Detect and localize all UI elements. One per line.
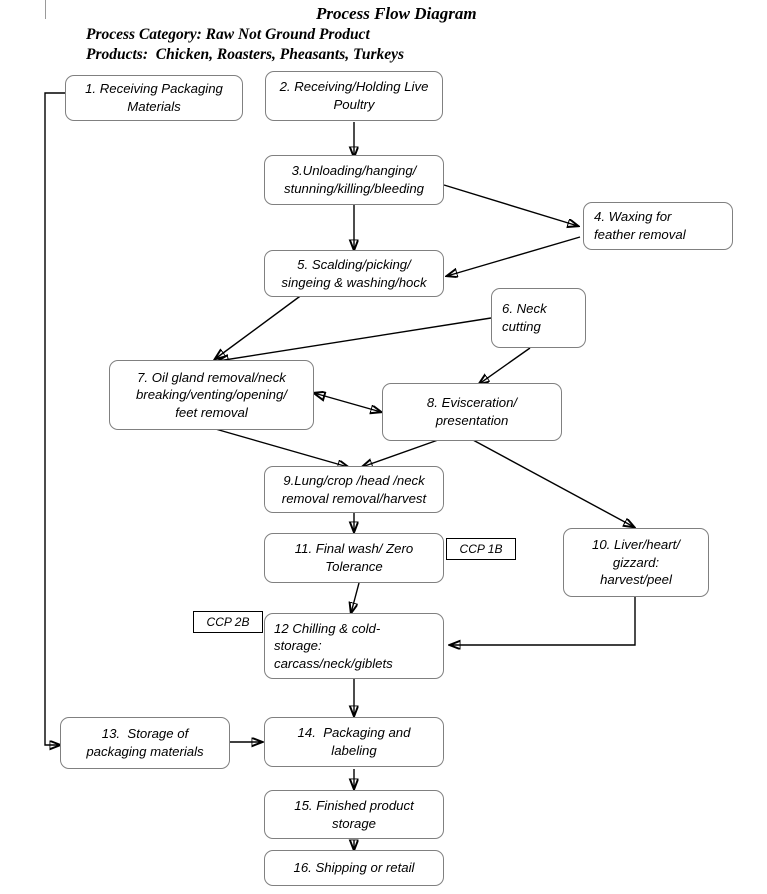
node-2-line-1: 2. Receiving/Holding Live (279, 79, 429, 95)
edge-5-to-7 (215, 293, 304, 359)
node-6-line-1: 6. Neck (502, 301, 547, 317)
node-12-chilling-cold-storage-carcass-neck-giblets[interactable]: 12 Chilling & cold- storage: carcass/nec… (264, 613, 444, 679)
edge-8-to-9 (362, 439, 439, 467)
node-13-storage-of-packaging-materials[interactable]: 13. Storage of packaging materials (60, 717, 230, 769)
edge-6-to-8 (479, 347, 531, 384)
edge-11-to-12 (351, 582, 360, 613)
node-3-unloading-hanging-stunning-killing-bleeding[interactable]: 3.Unloading/hanging/ stunning/killing/bl… (264, 155, 444, 205)
node-12-line-2: storage: (274, 638, 322, 654)
node-9-lung-crop-head-neck-removal-harvest[interactable]: 9.Lung/crop /head /neck removal removal/… (264, 466, 444, 513)
node-6-line-2: cutting (502, 319, 541, 334)
node-8-evisceration-presentation[interactable]: 8. Evisceration/ presentation (382, 383, 562, 441)
node-12-line-1: 12 Chilling & cold- (274, 620, 381, 636)
node-16-line-1: 16. Shipping or retail (293, 860, 415, 876)
page-title: Process Flow Diagram (316, 4, 477, 23)
node-5-line-2: singeing & washing/hock (281, 274, 427, 290)
node-3-line-2: stunning/killing/bleeding (283, 181, 425, 196)
node-13-line-1: 13. Storage of (101, 726, 189, 742)
node-13-line-2: packaging materials (86, 744, 204, 759)
edge-6-to-7 (218, 317, 492, 361)
node-7-line-2: breaking/venting/opening/ (135, 387, 288, 403)
node-14-packaging-and-labeling[interactable]: 14. Packaging and labeling (264, 717, 444, 767)
node-15-finished-product-storage[interactable]: 15. Finished product storage (264, 790, 444, 839)
node-7-oil-gland-removal-neck-breaking-venting-opening-feet-removal[interactable]: 7. Oil gland removal/neck breaking/venti… (109, 360, 314, 430)
edge-7-to-9 (211, 427, 348, 467)
node-2-line-2: Poultry (333, 97, 375, 112)
node-11-final-wash-zero-tolerance[interactable]: 11. Final wash/ Zero Tolerance (264, 533, 444, 583)
edge-7-to-8 (314, 393, 381, 412)
node-5-scalding-picking-singeing-washing-hock[interactable]: 5. Scalding/picking/ singeing & washing/… (264, 250, 444, 297)
node-14-line-1: 14. Packaging and (297, 725, 411, 741)
node-3-line-1: 3.Unloading/hanging/ (291, 163, 417, 179)
node-11-line-1: 11. Final wash/ Zero (294, 541, 414, 557)
ccp-1b-label[interactable]: CCP 1B (446, 538, 516, 560)
node-4-line-1: 4. Waxing for (594, 209, 672, 225)
edge-3-to-4 (443, 184, 578, 226)
node-10-line-2: gizzard: (612, 554, 660, 570)
node-4-waxing-for-feather-removal[interactable]: 4. Waxing for feather removal (583, 202, 733, 250)
node-10-line-3: harvest/peel (600, 572, 672, 588)
ccp-2b-text: CCP 2B (206, 615, 250, 629)
node-1-line-2: Materials (127, 99, 181, 114)
node-2-receiving-holding-live-poultry[interactable]: 2. Receiving/Holding Live Poultry (265, 71, 443, 121)
node-15-line-2: storage (332, 815, 376, 831)
products-label: Products: Chicken, Roasters, Pheasants, … (86, 46, 405, 63)
node-15-line-1: 15. Finished product (294, 797, 414, 813)
node-9-line-2: removal removal/harvest (281, 490, 427, 506)
edge-1-to-13 (44, 92, 65, 745)
node-12-line-3: carcass/neck/giblets (274, 655, 393, 671)
ccp-2b-label[interactable]: CCP 2B (193, 611, 263, 633)
edge-10-to-12 (450, 597, 636, 645)
node-10-liver-heart-gizzard-harvest-peel[interactable]: 10. Liver/heart/ gizzard: harvest/peel (563, 528, 709, 597)
node-6-neck-cutting[interactable]: 6. Neck cutting (491, 288, 586, 348)
node-14-line-2: labeling (331, 743, 377, 758)
process-flow-diagram: Process Flow Diagram Process Category: R… (0, 0, 767, 894)
node-1-line-1: 1. Receiving Packaging (85, 81, 223, 97)
node-7-line-3: feet removal (175, 404, 248, 420)
node-4-line-2: feather removal (594, 227, 686, 242)
node-9-line-1: 9.Lung/crop /head /neck (283, 472, 425, 488)
node-8-line-2: presentation (435, 413, 509, 428)
node-11-line-2: Tolerance (325, 559, 383, 574)
ccp-1b-text: CCP 1B (459, 542, 503, 556)
node-7-line-1: 7. Oil gland removal/neck (137, 369, 286, 385)
node-10-line-1: 10. Liver/heart/ (592, 537, 680, 553)
edge-4-to-5 (447, 236, 581, 276)
node-8-line-1: 8. Evisceration/ (426, 395, 518, 411)
node-1-receiving-packaging-materials[interactable]: 1. Receiving Packaging Materials (65, 75, 243, 121)
process-category-label: Process Category: Raw Not Ground Product (86, 26, 370, 43)
edge-8-to-10 (472, 439, 634, 527)
page-margin-tick (45, 0, 46, 19)
node-16-shipping-or-retail[interactable]: 16. Shipping or retail (264, 850, 444, 886)
node-5-line-1: 5. Scalding/picking/ (297, 256, 411, 272)
